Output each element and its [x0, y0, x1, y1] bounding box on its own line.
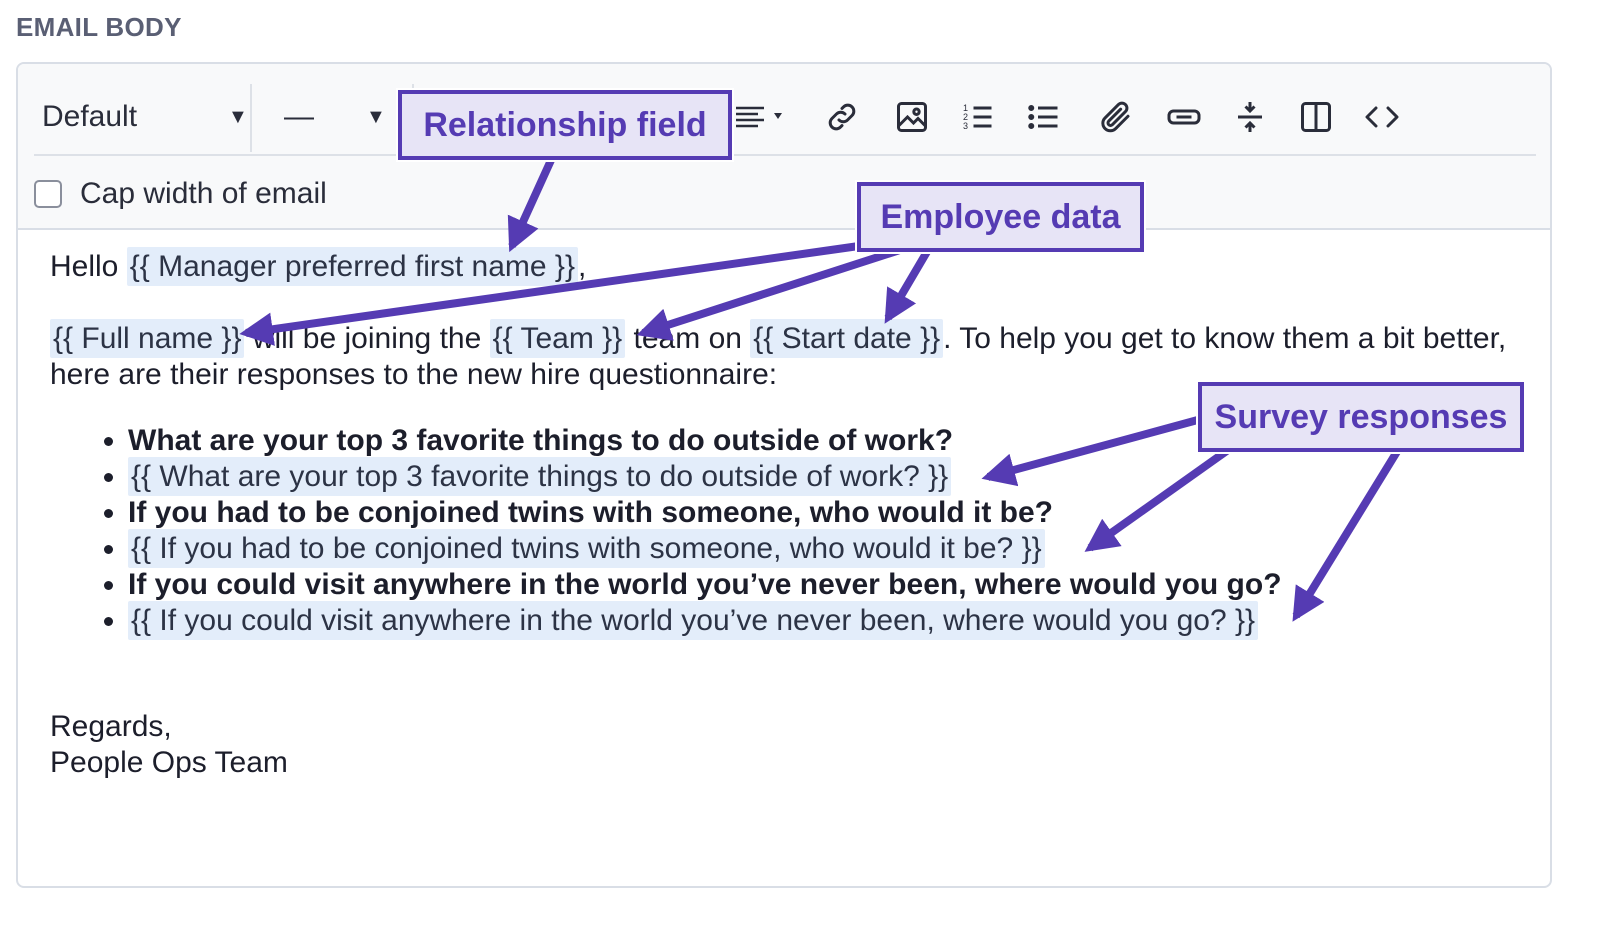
size-dropdown-value: —	[284, 100, 314, 133]
full-name-tag[interactable]: {{ Full name }}	[50, 319, 245, 358]
greeting-punct: ,	[577, 250, 587, 283]
font-dropdown[interactable]: Default ▼	[42, 80, 248, 154]
intro-text-1: will be joining the	[244, 322, 490, 355]
cap-width-checkbox[interactable]	[34, 180, 62, 208]
attachment-icon[interactable]	[1096, 97, 1136, 137]
list-item: If you had to be conjoined twins with so…	[128, 495, 1530, 531]
bullet-list-icon[interactable]	[1024, 97, 1064, 137]
email-content[interactable]: Hello {{ Manager preferred first name }}…	[50, 247, 1530, 781]
regards-text: Regards,	[50, 710, 172, 743]
signature-text: People Ops Team	[50, 746, 288, 779]
greeting-paragraph: Hello {{ Manager preferred first name }}…	[50, 247, 1530, 286]
divider-icon[interactable]	[1230, 97, 1270, 137]
question-text: If you had to be conjoined twins with so…	[128, 496, 1053, 529]
ordered-list-icon[interactable]: 1 2 3	[958, 97, 998, 137]
relationship-field-callout: Relationship field	[396, 88, 734, 162]
survey-responses-callout: Survey responses	[1196, 380, 1526, 454]
employee-data-callout: Employee data	[855, 180, 1146, 254]
questionnaire-list: What are your top 3 favorite things to d…	[50, 423, 1530, 640]
question-text: If you could visit anywhere in the world…	[128, 568, 1282, 601]
font-dropdown-value: Default	[42, 100, 138, 133]
toolbar-divider	[250, 84, 252, 152]
section-label: EMAIL BODY	[16, 12, 182, 42]
team-tag[interactable]: {{ Team }}	[489, 319, 626, 358]
answer-tag[interactable]: {{ What are your top 3 favorite things t…	[128, 457, 952, 496]
answer-tag[interactable]: {{ If you had to be conjoined twins with…	[128, 529, 1045, 568]
answer-tag[interactable]: {{ If you could visit anywhere in the wo…	[128, 601, 1259, 640]
cap-width-label: Cap width of email	[80, 177, 327, 210]
question-text: What are your top 3 favorite things to d…	[128, 424, 954, 457]
start-date-tag[interactable]: {{ Start date }}	[750, 319, 944, 358]
manager-name-tag[interactable]: {{ Manager preferred first name }}	[126, 247, 578, 286]
svg-text:3: 3	[963, 121, 968, 131]
editor-toolbar: Default ▼ — ▼ 1 2 3	[34, 80, 1536, 156]
code-icon[interactable]	[1362, 97, 1402, 137]
editor-toolbar-area: Default ▼ — ▼ 1 2 3 Cap width of email	[18, 64, 1550, 230]
align-icon[interactable]	[734, 97, 790, 137]
greeting-text: Hello	[50, 250, 119, 283]
list-item: If you could visit anywhere in the world…	[128, 567, 1530, 603]
intro-text-2: team on	[625, 322, 751, 355]
link-icon[interactable]	[822, 97, 862, 137]
size-dropdown[interactable]: — ▼	[284, 80, 394, 154]
cap-width-row: Cap width of email	[34, 174, 327, 214]
button-icon[interactable]	[1164, 97, 1204, 137]
list-item: {{ What are your top 3 favorite things t…	[128, 457, 1530, 496]
list-item: {{ If you could visit anywhere in the wo…	[128, 601, 1530, 640]
image-icon[interactable]	[892, 97, 932, 137]
columns-icon[interactable]	[1296, 97, 1336, 137]
list-item: {{ If you had to be conjoined twins with…	[128, 529, 1530, 568]
email-body-editor: Default ▼ — ▼ 1 2 3 Cap width of email H…	[16, 62, 1552, 888]
chevron-down-icon: ▼	[366, 105, 386, 128]
chevron-down-icon: ▼	[228, 105, 248, 128]
